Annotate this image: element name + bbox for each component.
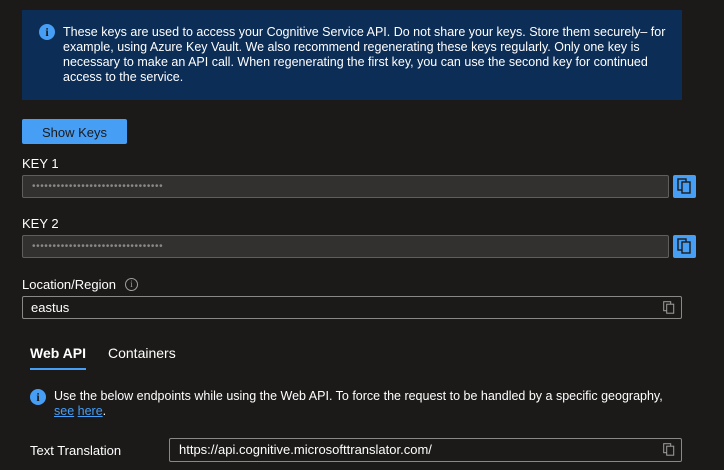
location-field[interactable]: eastus (22, 296, 682, 319)
copy-icon[interactable] (663, 301, 675, 314)
info-banner: i These keys are used to access your Cog… (22, 10, 682, 100)
text-translation-url: https://api.cognitive.microsofttranslato… (179, 442, 432, 457)
location-value: eastus (31, 300, 70, 315)
key2-copy-button[interactable] (673, 235, 696, 258)
text-translation-endpoint-field[interactable]: https://api.cognitive.microsofttranslato… (169, 438, 682, 462)
key2-label: KEY 2 (22, 216, 59, 231)
key2-value: •••••••••••••••••••••••••••••••• (32, 241, 164, 252)
info-icon: i (39, 24, 55, 40)
key1-field[interactable]: •••••••••••••••••••••••••••••••• (22, 175, 669, 198)
key1-value: •••••••••••••••••••••••••••••••• (32, 181, 164, 192)
info-icon: i (30, 389, 46, 405)
help-info-icon[interactable]: i (125, 278, 138, 291)
copy-icon[interactable] (663, 443, 675, 456)
text-translation-label: Text Translation (30, 443, 122, 458)
here-link[interactable]: here (78, 404, 103, 418)
keys-and-endpoint-page: i These keys are used to access your Cog… (0, 0, 724, 470)
tab-web-api[interactable]: Web API (30, 345, 87, 370)
info-banner-text: These keys are used to access your Cogni… (63, 25, 666, 84)
key1-copy-button[interactable] (673, 175, 696, 198)
copy-icon (677, 238, 691, 254)
key2-field[interactable]: •••••••••••••••••••••••••••••••• (22, 235, 669, 258)
endpoint-info-period: . (102, 404, 107, 418)
see-link[interactable]: see (54, 404, 74, 418)
tab-containers[interactable]: Containers (108, 345, 176, 361)
copy-icon (677, 178, 691, 194)
endpoint-info-message: Use the below endpoints while using the … (54, 389, 663, 403)
show-keys-button[interactable]: Show Keys (22, 119, 127, 144)
key1-label: KEY 1 (22, 156, 59, 171)
endpoint-info-text: Use the below endpoints while using the … (54, 389, 674, 419)
location-label: Location/Region (22, 277, 116, 292)
